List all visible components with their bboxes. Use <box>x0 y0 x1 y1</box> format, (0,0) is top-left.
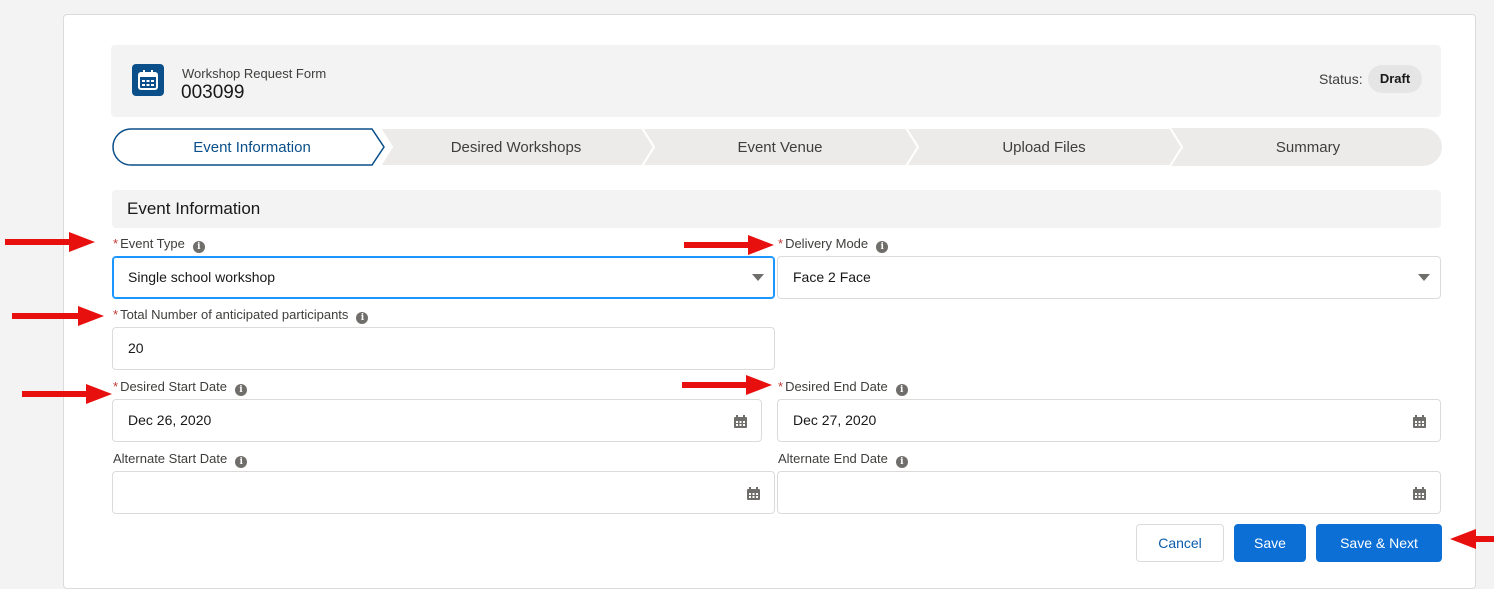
desired-end-date-label: * Desired End Date i <box>778 379 908 396</box>
info-icon[interactable]: i <box>235 384 247 396</box>
calendar-icon[interactable] <box>734 415 747 428</box>
save-and-next-button[interactable]: Save & Next <box>1316 524 1442 562</box>
event-type-label: * Event Type i <box>113 236 205 253</box>
save-button[interactable]: Save <box>1234 524 1306 562</box>
path-step-summary[interactable]: Summary <box>1208 139 1408 156</box>
cancel-button[interactable]: Cancel <box>1136 524 1224 562</box>
desired-start-date-input[interactable]: Dec 26, 2020 <box>112 399 762 442</box>
caret-down-icon <box>752 274 764 281</box>
participants-value: 20 <box>128 340 144 356</box>
alternate-start-date-label: Alternate Start Date i <box>113 451 248 468</box>
info-icon[interactable]: i <box>895 384 908 396</box>
required-marker: * <box>113 236 119 251</box>
path-step-upload-files[interactable]: Upload Files <box>944 139 1144 156</box>
annotation-arrow <box>5 232 95 252</box>
status-label: Status: <box>1319 71 1363 87</box>
annotation-arrow <box>1450 529 1494 549</box>
required-marker: * <box>113 379 119 394</box>
record-header <box>111 45 1441 117</box>
annotation-arrow <box>12 306 104 326</box>
status-badge: Draft <box>1368 65 1422 93</box>
record-type-label: Workshop Request Form <box>182 66 327 81</box>
section-title: Event Information <box>127 199 261 218</box>
delivery-mode-picklist[interactable]: Face 2 Face <box>777 256 1441 299</box>
desired-end-date-input[interactable]: Dec 27, 2020 <box>777 399 1441 442</box>
calendar-icon[interactable] <box>1413 415 1426 428</box>
calendar-icon[interactable] <box>1413 487 1426 500</box>
participants-input[interactable]: 20 <box>112 327 775 370</box>
event-type-picklist[interactable]: Single school workshop <box>112 256 775 299</box>
desired-start-date-value: Dec 26, 2020 <box>128 412 212 428</box>
calendar-icon[interactable] <box>747 487 760 500</box>
delivery-mode-label: * Delivery Mode i <box>778 236 889 253</box>
alternate-end-date-input[interactable] <box>777 471 1441 514</box>
alternate-end-date-label: Alternate End Date i <box>778 451 908 468</box>
annotation-arrow <box>22 384 112 404</box>
desired-start-date-label: * Desired Start Date i <box>113 379 247 396</box>
info-icon[interactable]: i <box>235 456 248 468</box>
path-step-desired-workshops[interactable]: Desired Workshops <box>416 139 616 156</box>
caret-down-icon <box>1418 274 1430 281</box>
section-header <box>112 190 1441 228</box>
calendar-icon <box>132 64 164 96</box>
info-icon[interactable]: i <box>356 312 369 324</box>
info-icon[interactable]: i <box>192 241 205 253</box>
path-step-event-information[interactable]: Event Information <box>152 139 352 156</box>
required-marker: * <box>778 379 784 394</box>
path-step-event-venue[interactable]: Event Venue <box>680 139 880 156</box>
desired-end-date-value: Dec 27, 2020 <box>793 412 877 428</box>
record-name: 003099 <box>181 82 245 103</box>
participants-label: * Total Number of anticipated participant… <box>113 307 369 324</box>
annotation-arrow <box>684 235 774 255</box>
alternate-start-date-input[interactable] <box>112 471 775 514</box>
info-icon[interactable]: i <box>895 456 908 468</box>
info-icon[interactable]: i <box>876 241 889 253</box>
required-marker: * <box>778 236 784 251</box>
event-type-value: Single school workshop <box>128 269 276 285</box>
delivery-mode-value: Face 2 Face <box>793 269 871 285</box>
annotation-arrow <box>682 375 772 395</box>
required-marker: * <box>113 307 119 322</box>
